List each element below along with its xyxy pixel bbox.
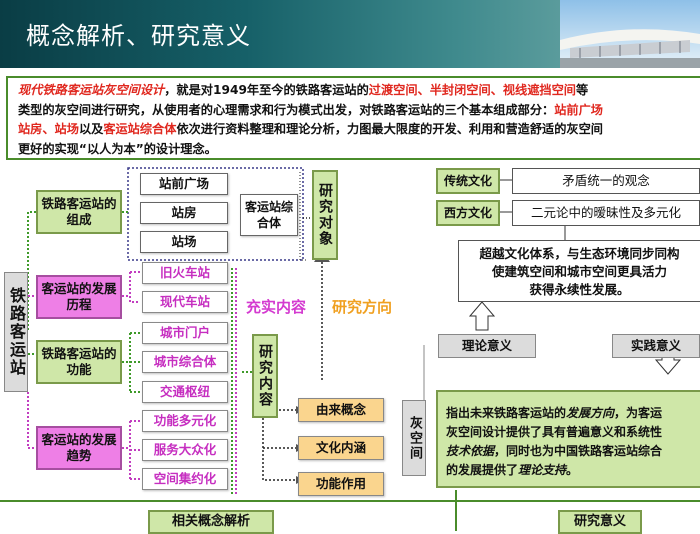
label-research-direction: 研究方向: [332, 298, 393, 316]
footer-tab-concepts[interactable]: 相关概念解析: [148, 510, 274, 534]
item-cultural-connotation: 文化内涵: [298, 436, 384, 460]
item-transport-hub: 交通枢纽: [142, 381, 228, 403]
item-modern-station: 现代车站: [142, 291, 228, 313]
item-space-intensive: 空间集约化: [142, 468, 228, 490]
item-station-plaza: 站前广场: [140, 173, 228, 195]
root-node-railway-station: 铁路客运站: [4, 272, 28, 392]
culture-western-desc: 二元论中的暧昧性及多元化: [512, 200, 700, 226]
item-old-station: 旧火车站: [142, 262, 228, 284]
transcend-culture-box: 超越文化体系，与生态环境同步同构 使建筑空间和城市空间更具活力 获得永续性发展。: [458, 240, 700, 302]
culture-traditional: 传统文化: [436, 168, 500, 194]
theory-significance: 理论意义: [438, 334, 536, 358]
item-public-service: 服务大众化: [142, 439, 228, 461]
item-station-building: 站房: [140, 202, 228, 224]
culture-traditional-desc: 矛盾统一的观念: [512, 168, 700, 194]
grey-space-node: 灰空间: [402, 400, 426, 476]
category-history: 客运站的发展历程: [36, 275, 122, 319]
item-city-gateway: 城市门户: [142, 322, 228, 344]
practice-significance: 实践意义: [612, 334, 700, 358]
item-multi-function: 功能多元化: [142, 410, 228, 432]
culture-western: 西方文化: [436, 200, 500, 226]
footer-tab-significance[interactable]: 研究意义: [558, 510, 642, 534]
research-object: 研究对象: [312, 170, 338, 260]
category-composition: 铁路客运站的组成: [36, 190, 122, 234]
item-origin-concept: 由来概念: [298, 398, 384, 422]
item-city-complex: 城市综合体: [142, 351, 228, 373]
label-supplement-content: 充实内容: [246, 298, 307, 316]
research-content: 研究内容: [252, 334, 278, 418]
item-station-yard: 站场: [140, 231, 228, 253]
item-station-complex: 客运站综合体: [240, 194, 298, 236]
item-function-role: 功能作用: [298, 472, 384, 496]
category-function: 铁路客运站的功能: [36, 340, 122, 384]
practice-description-box: 指出未来铁路客运站的发展方向，为客运 灰空间设计提供了具有普遍意义和系统性 技术…: [436, 390, 700, 488]
category-trend: 客运站的发展趋势: [36, 426, 122, 470]
